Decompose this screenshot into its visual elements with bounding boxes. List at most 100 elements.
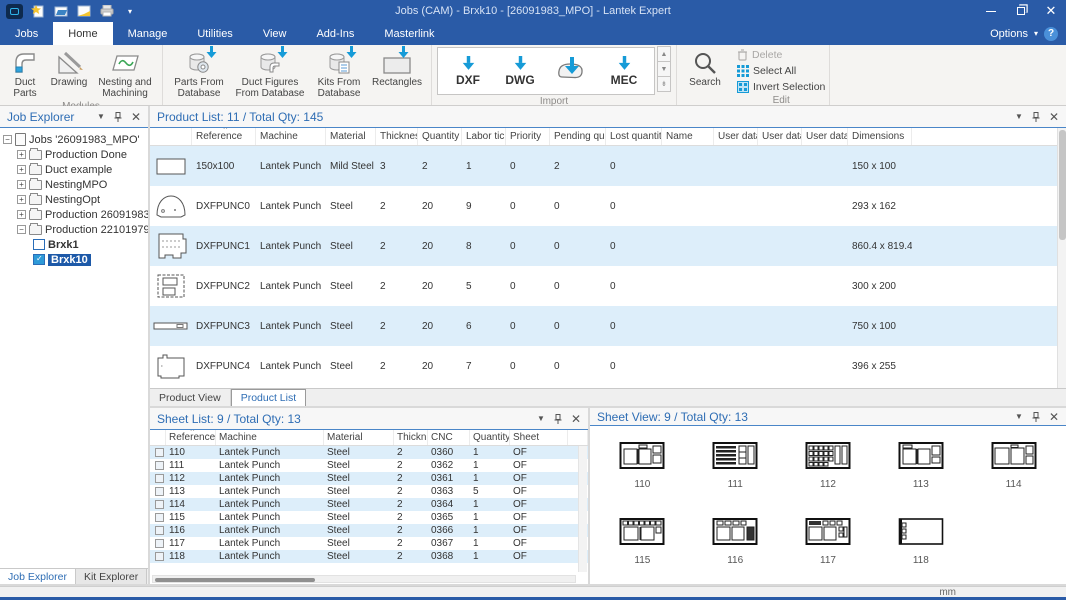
caret-down-icon[interactable]: ▼	[1015, 112, 1023, 121]
table-row[interactable]: DXFPUNC4 Lantek Punch Steel 2 20 7 0 0 0…	[150, 346, 1066, 386]
column-material[interactable]: Material	[326, 128, 376, 145]
column-thickness[interactable]: Thickness	[376, 128, 418, 145]
pin-icon[interactable]	[1032, 112, 1040, 122]
column-user-data-3[interactable]: User data 3	[802, 128, 848, 145]
delete-button[interactable]: Delete	[733, 47, 829, 62]
column-lost-quantity[interactable]: Lost quantity	[606, 128, 662, 145]
table-row[interactable]: DXFPUNC2 Lantek Punch Steel 2 20 5 0 0 0…	[150, 266, 1066, 306]
tab-add-ins[interactable]: Add-Ins	[301, 22, 369, 45]
sheet-thumbnail-item[interactable]: 118	[874, 510, 967, 586]
tab-kit-explorer[interactable]: Kit Explorer	[76, 569, 147, 584]
tree-item-duct-example[interactable]: + Duct example	[3, 162, 148, 177]
tab-utilities[interactable]: Utilities	[182, 22, 247, 45]
table-row[interactable]: 150x100 Lantek Punch Mild Steel 3 2 1 0 …	[150, 146, 1066, 186]
expander-plus-icon[interactable]: +	[17, 195, 26, 204]
print-icon[interactable]	[99, 3, 115, 19]
options-button[interactable]: Options	[990, 28, 1028, 40]
column-thickness[interactable]: Thickn...	[394, 430, 428, 445]
search-button[interactable]: Search	[682, 48, 728, 90]
tab-jobs[interactable]: Jobs	[0, 22, 53, 45]
tree-item-brxk10[interactable]: Brxk10	[3, 252, 148, 267]
tree-item-production-22101979[interactable]: − Production 22101979	[3, 222, 148, 237]
pin-icon[interactable]	[554, 414, 562, 424]
tree-item-nestingopt[interactable]: + NestingOpt	[3, 192, 148, 207]
column-labor-ticket[interactable]: Labor tick..	[462, 128, 506, 145]
caret-down-icon[interactable]: ▼	[1015, 412, 1023, 421]
import-dwg-button[interactable]: DWG	[494, 56, 546, 87]
scroll-up-icon[interactable]: ▲	[657, 46, 671, 62]
expander-plus-icon[interactable]: +	[17, 165, 26, 174]
column-machine[interactable]: Machine	[256, 128, 326, 145]
table-row[interactable]: 118 Lantek Punch Steel 2 0368 1 OF	[150, 550, 588, 563]
column-priority[interactable]: Priority	[506, 128, 550, 145]
column-cnc[interactable]: CNC	[428, 430, 470, 445]
table-row[interactable]: DXFPUNC1 Lantek Punch Steel 2 20 8 0 0 0…	[150, 226, 1066, 266]
table-row[interactable]: 115 Lantek Punch Steel 2 0365 1 OF	[150, 511, 588, 524]
tree-item-root[interactable]: − Jobs '26091983_MPO'	[3, 132, 148, 147]
tree-item-nestingmpo[interactable]: + NestingMPO	[3, 177, 148, 192]
expander-minus-icon[interactable]: −	[3, 135, 12, 144]
app-logo[interactable]	[6, 4, 23, 19]
table-row[interactable]: 113 Lantek Punch Steel 2 0363 5 OF	[150, 485, 588, 498]
expander-minus-icon[interactable]: −	[17, 225, 26, 234]
column-reference[interactable]: ^Reference	[192, 128, 256, 145]
table-row[interactable]: 112 Lantek Punch Steel 2 0361 1 OF	[150, 472, 588, 485]
minimize-button[interactable]	[976, 0, 1006, 22]
sheet-thumbnail-item[interactable]: 110	[596, 434, 689, 510]
sheet-thumbnail-item[interactable]: 115	[596, 510, 689, 586]
close-icon[interactable]: ✕	[1049, 410, 1059, 424]
pin-icon[interactable]	[114, 112, 122, 122]
column-reference[interactable]: ^Reference	[166, 430, 216, 445]
product-list-vertical-scrollbar[interactable]	[1057, 128, 1066, 388]
table-row[interactable]: 117 Lantek Punch Steel 2 0367 1 OF	[150, 537, 588, 550]
close-icon[interactable]: ✕	[571, 412, 581, 426]
qat-caret-icon[interactable]: ▾	[122, 3, 138, 19]
close-icon[interactable]: ✕	[131, 110, 141, 124]
scroll-down-icon[interactable]: ▼	[657, 61, 671, 77]
scroll-more-icon[interactable]: ⇟	[657, 76, 671, 92]
tree-item-brxk1[interactable]: Brxk1	[3, 237, 148, 252]
sheet-list-vertical-scrollbar[interactable]	[578, 446, 587, 572]
table-row[interactable]: DXFPUNC0 Lantek Punch Steel 2 20 9 0 0 0…	[150, 186, 1066, 226]
column-pending-quantity[interactable]: Pending qua...	[550, 128, 606, 145]
expander-plus-icon[interactable]: +	[17, 150, 26, 159]
column-quantity[interactable]: Quantity	[418, 128, 462, 145]
tab-product-list[interactable]: Product List	[231, 389, 306, 406]
close-icon[interactable]: ✕	[1049, 110, 1059, 124]
table-row[interactable]: DXFPUNC3 Lantek Punch Steel 2 20 6 0 0 0…	[150, 306, 1066, 346]
kits-from-database-button[interactable]: Kits From Database	[310, 48, 368, 100]
new-job-icon[interactable]	[30, 3, 46, 19]
column-machine[interactable]: Machine	[216, 430, 324, 445]
table-row[interactable]: 110 Lantek Punch Steel 2 0360 1 OF	[150, 446, 588, 459]
table-row[interactable]: 111 Lantek Punch Steel 2 0362 1 OF	[150, 459, 588, 472]
sheet-thumbnail-item[interactable]: 116	[689, 510, 782, 586]
save-icon[interactable]	[76, 3, 92, 19]
table-row[interactable]: 116 Lantek Punch Steel 2 0366 1 OF	[150, 524, 588, 537]
expander-plus-icon[interactable]: +	[17, 210, 26, 219]
column-user-data-1[interactable]: User data 1	[714, 128, 758, 145]
drawing-button[interactable]: Drawing	[45, 48, 93, 90]
import-figure-button[interactable]	[546, 55, 598, 87]
column-sheet[interactable]: Sheet	[510, 430, 568, 445]
duct-parts-button[interactable]: Duct Parts	[5, 48, 45, 100]
expander-plus-icon[interactable]: +	[17, 180, 26, 189]
caret-down-icon[interactable]: ▼	[537, 414, 545, 423]
column-material[interactable]: Material	[324, 430, 394, 445]
scrollbar-thumb[interactable]	[1059, 130, 1066, 240]
sheet-thumbnail-item[interactable]: 113	[874, 434, 967, 510]
tab-home[interactable]: Home	[53, 22, 112, 45]
caret-down-icon[interactable]: ▼	[97, 112, 105, 121]
tab-job-explorer[interactable]: Job Explorer	[0, 569, 76, 584]
close-button[interactable]: ✕	[1036, 0, 1066, 22]
select-all-button[interactable]: Select All	[733, 63, 829, 78]
tree-item-production-done[interactable]: + Production Done	[3, 147, 148, 162]
column-dimensions[interactable]: Dimensions	[848, 128, 912, 145]
pin-icon[interactable]	[1032, 412, 1040, 422]
column-name[interactable]: Name	[662, 128, 714, 145]
table-row[interactable]: 114 Lantek Punch Steel 2 0364 1 OF	[150, 498, 588, 511]
rectangles-button[interactable]: Rectangles	[368, 48, 426, 90]
nesting-machining-button[interactable]: Nesting and Machining	[93, 48, 157, 100]
help-icon[interactable]: ?	[1044, 27, 1058, 41]
import-mec-button[interactable]: MEC	[598, 56, 650, 87]
sheet-list-horizontal-scrollbar[interactable]	[152, 575, 576, 583]
